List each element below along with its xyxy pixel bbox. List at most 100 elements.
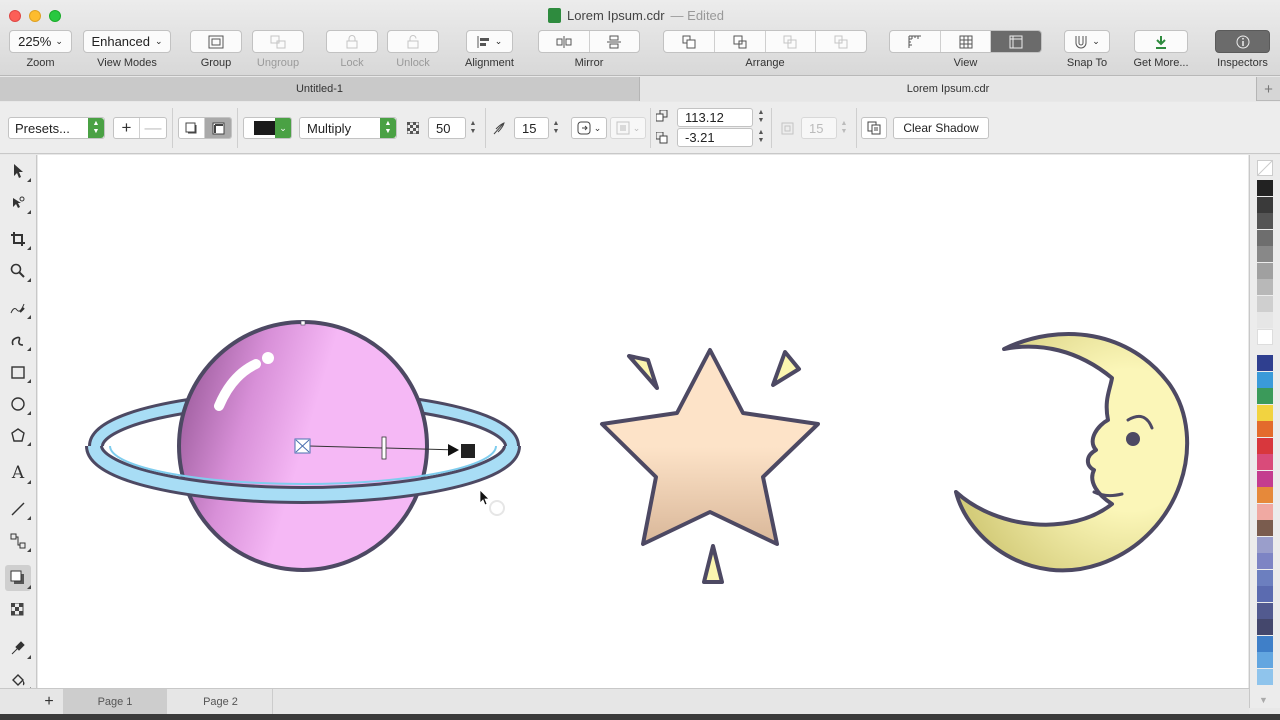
ungroup-group: Ungroup [252,30,304,72]
to-back-button[interactable] [816,31,866,52]
offset-x-stepper[interactable]: ▲ ▼ [755,107,767,127]
offset-y-stepper[interactable]: ▲ ▼ [755,127,767,147]
crop-tool[interactable] [5,226,31,252]
no-color-swatch[interactable] [1257,160,1273,176]
shadow-color-picker[interactable]: ⌄ [243,117,292,139]
view-guidelines-button[interactable] [991,31,1041,52]
artistic-media-tool[interactable] [5,327,31,353]
freehand-tool[interactable] [5,295,31,321]
palette-swatch[interactable] [1257,536,1273,553]
palette-swatch[interactable] [1257,421,1273,437]
moon-artwork[interactable] [954,332,1190,573]
palette-swatch[interactable] [1257,619,1273,635]
ungroup-button[interactable] [252,30,304,53]
mirror-vertical-button[interactable] [590,31,640,52]
mirror-horizontal-button[interactable] [539,31,590,52]
drawing-canvas[interactable] [38,155,1248,688]
view-rulers-button[interactable] [890,31,941,52]
offset-y-input[interactable]: -3.21 [677,128,753,147]
disabled-number-input[interactable]: 15 [801,117,837,139]
connector-tool[interactable] [5,528,31,554]
tab-untitled-1[interactable]: Untitled-1 [0,77,640,101]
snap-to-dropdown[interactable]: ⌄ [1064,30,1110,53]
palette-swatch[interactable] [1257,295,1273,312]
parallel-dimension-tool[interactable] [5,496,31,522]
palette-swatch[interactable] [1257,196,1273,213]
presets-dropdown[interactable]: Presets... ▲ ▼ [8,117,105,139]
feather-input[interactable]: 15 [514,117,549,139]
view-mode-dropdown[interactable]: Enhanced ⌄ [83,30,171,53]
palette-swatch[interactable] [1257,262,1273,279]
transparency-tool[interactable] [5,597,31,623]
palette-swatch[interactable] [1257,371,1273,388]
text-tool[interactable]: A [5,460,31,486]
feather-direction-dropdown[interactable]: ⌄ [571,117,607,139]
back-one-button[interactable] [766,31,817,52]
unlock-button[interactable] [387,30,439,53]
drop-shadow-button[interactable] [179,118,206,138]
palette-swatch[interactable] [1257,328,1273,345]
clear-shadow-button[interactable]: Clear Shadow [893,117,989,139]
scroll-down-icon[interactable]: ▼ [1259,695,1268,705]
palette-swatch[interactable] [1257,668,1273,685]
palette-swatch[interactable] [1257,553,1273,569]
add-tab-button[interactable]: + [1256,77,1280,101]
forward-one-button[interactable] [715,31,766,52]
polygon-tool[interactable] [5,422,31,448]
add-page-button[interactable]: + [37,689,61,714]
palette-swatch[interactable] [1257,503,1273,520]
shape-tool[interactable] [5,190,31,216]
star-artwork[interactable] [600,348,820,584]
tab-lorem-ipsum[interactable]: Lorem Ipsum.cdr [640,77,1256,101]
get-more-button[interactable] [1134,30,1188,53]
eyedropper-tool[interactable] [5,635,31,661]
palette-swatch[interactable] [1257,213,1273,229]
feather-stepper[interactable]: ▲ ▼ [550,118,562,138]
group-button[interactable] [190,30,242,53]
zoom-window-button[interactable] [49,10,61,22]
inspectors-button[interactable] [1215,30,1270,53]
lock-button[interactable] [326,30,378,53]
palette-swatch[interactable] [1257,520,1273,536]
palette-swatch[interactable] [1257,586,1273,602]
palette-swatch[interactable] [1257,470,1273,487]
palette-swatch[interactable] [1257,569,1273,586]
palette-swatch[interactable] [1257,355,1273,371]
palette-swatch[interactable] [1257,635,1273,652]
close-window-button[interactable] [9,10,21,22]
pick-tool[interactable] [5,158,31,184]
palette-swatch[interactable] [1257,487,1273,503]
opacity-stepper[interactable]: ▲ ▼ [467,118,479,138]
remove-preset-icon[interactable]: — [140,118,166,138]
to-front-button[interactable] [664,31,715,52]
palette-swatch[interactable] [1257,404,1273,421]
zoom-dropdown[interactable]: 225% ⌄ [9,30,72,53]
rectangle-tool[interactable] [5,359,31,385]
feather-edge-dropdown[interactable]: ⌄ [610,117,646,139]
inner-shadow-button[interactable] [205,118,231,138]
ellipse-tool[interactable] [5,391,31,417]
alignment-dropdown[interactable]: ⌄ [466,30,513,53]
palette-swatch[interactable] [1257,246,1273,262]
page-tab-1[interactable]: Page 1 [63,689,167,714]
zoom-tool[interactable] [5,258,31,284]
copy-shadow-button[interactable] [861,117,887,139]
blend-mode-dropdown[interactable]: Multiply ▲ ▼ [299,117,397,139]
minimize-window-button[interactable] [29,10,41,22]
palette-swatch[interactable] [1257,388,1273,404]
drop-shadow-tool[interactable] [5,565,31,591]
palette-swatch[interactable] [1257,437,1273,454]
palette-swatch[interactable] [1257,652,1273,668]
view-grid-button[interactable] [941,31,992,52]
offset-x-input[interactable]: 113.12 [677,108,753,127]
palette-swatch[interactable] [1257,602,1273,619]
palette-swatch[interactable] [1257,180,1273,196]
palette-swatch[interactable] [1257,279,1273,295]
disabled-stepper[interactable]: ▲ ▼ [838,118,850,138]
opacity-input[interactable]: 50 [428,117,466,139]
palette-swatch[interactable] [1257,454,1273,470]
page-tab-2[interactable]: Page 2 [169,689,273,714]
palette-swatch[interactable] [1257,312,1273,328]
add-preset-icon[interactable]: + [114,118,141,138]
palette-swatch[interactable] [1257,229,1273,246]
